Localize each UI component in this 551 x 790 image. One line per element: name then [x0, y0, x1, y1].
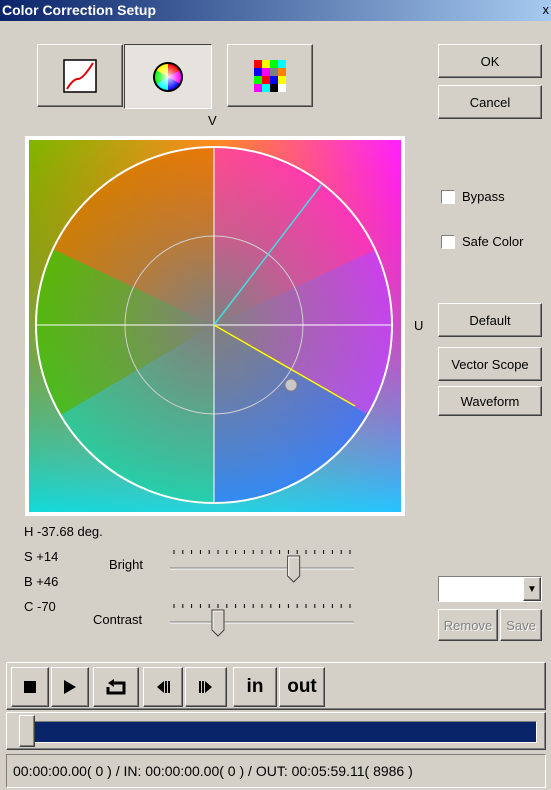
bright-slider-thumb[interactable]: [287, 555, 301, 583]
color-wheel-mode-button[interactable]: [124, 44, 212, 109]
contrast-slider[interactable]: [168, 598, 356, 638]
window-title: Color Correction Setup: [2, 2, 157, 18]
saturation-readout: S +14: [24, 549, 59, 564]
safe-color-checkbox[interactable]: [441, 235, 455, 249]
bright-slider[interactable]: [168, 544, 356, 584]
color-bars-icon: [254, 59, 286, 92]
status-bar: 00:00:00.00( 0 ) / IN: 00:00:00.00( 0 ) …: [6, 754, 546, 788]
loop-button[interactable]: [93, 667, 139, 707]
close-icon[interactable]: x: [543, 2, 550, 17]
step-back-icon: [157, 681, 170, 693]
title-bar: Color Correction Setup x: [0, 0, 551, 21]
step-forward-icon: [199, 681, 212, 693]
brightness-readout: B +46: [24, 574, 59, 589]
bypass-label: Bypass: [462, 189, 505, 204]
step-forward-button[interactable]: [185, 667, 227, 707]
play-icon: [64, 680, 76, 694]
timeline-scrubber[interactable]: [19, 715, 35, 747]
ok-button[interactable]: OK: [438, 44, 542, 78]
out-button[interactable]: out: [279, 667, 325, 707]
remove-button[interactable]: Remove: [438, 609, 498, 641]
v-axis-label: V: [208, 113, 217, 128]
timecode-status: 00:00:00.00( 0 ) / IN: 00:00:00.00( 0 ) …: [13, 763, 413, 779]
stop-icon: [24, 681, 36, 693]
save-button[interactable]: Save: [500, 609, 542, 641]
chevron-down-icon[interactable]: ▼: [523, 577, 541, 601]
bypass-checkbox[interactable]: [441, 190, 455, 204]
in-button[interactable]: in: [233, 667, 277, 707]
color-wheel-icon: [153, 61, 183, 92]
safe-color-label: Safe Color: [462, 234, 524, 249]
contrast-slider-thumb[interactable]: [211, 609, 225, 637]
play-button[interactable]: [51, 667, 89, 707]
bright-slider-track: [170, 550, 354, 583]
loop-icon: [106, 679, 126, 695]
timeline-panel: [6, 712, 546, 750]
u-axis-label: U: [414, 318, 424, 333]
hue-readout: H -37.68 deg.: [24, 524, 103, 539]
transport-bar: in out: [6, 662, 546, 710]
waveform-button[interactable]: Waveform: [438, 386, 542, 416]
color-wheel-panel[interactable]: [25, 136, 405, 516]
preset-dropdown[interactable]: ▼: [438, 576, 542, 602]
timeline-track[interactable]: [23, 721, 537, 743]
stop-button[interactable]: [11, 667, 49, 707]
curve-mode-button[interactable]: [37, 44, 123, 107]
curve-icon: [63, 58, 97, 93]
vector-handle[interactable]: [284, 378, 298, 392]
color-wheel[interactable]: [25, 136, 405, 516]
contrast-slider-track: [170, 604, 354, 637]
default-button[interactable]: Default: [438, 303, 542, 337]
cancel-button[interactable]: Cancel: [438, 85, 542, 119]
bright-label: Bright: [109, 557, 143, 572]
vector-scope-button[interactable]: Vector Scope: [438, 347, 542, 381]
color-bars-mode-button[interactable]: [227, 44, 313, 107]
contrast-readout: C -70: [24, 599, 56, 614]
contrast-label: Contrast: [93, 612, 143, 627]
step-back-button[interactable]: [143, 667, 183, 707]
